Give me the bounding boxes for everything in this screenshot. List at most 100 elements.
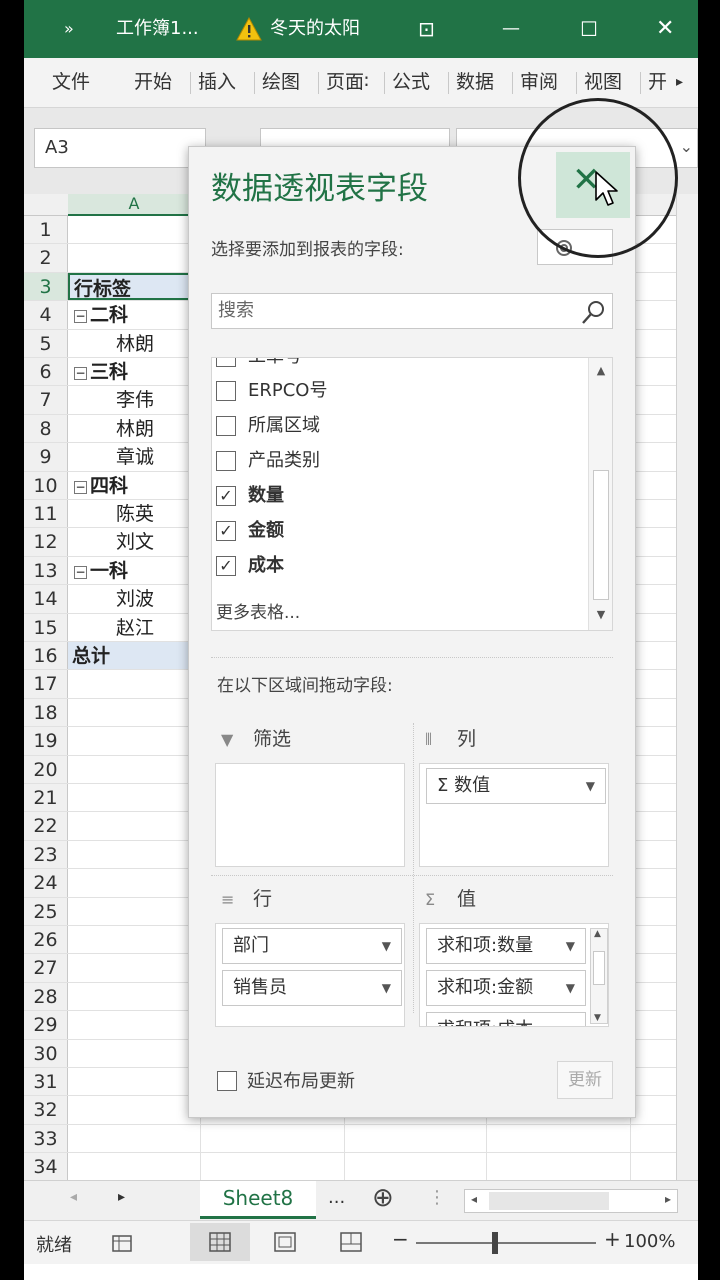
dropdown-arrow-icon[interactable]: ▼: [382, 971, 391, 1005]
cell-a[interactable]: [68, 670, 200, 697]
collapse-icon[interactable]: −: [74, 310, 87, 324]
cell-a[interactable]: [68, 869, 200, 896]
field-search-input[interactable]: 搜索: [211, 293, 613, 329]
close-window-icon[interactable]: ✕: [656, 0, 674, 58]
cell-a[interactable]: − 三科: [68, 358, 200, 385]
row-header[interactable]: 32: [24, 1096, 68, 1124]
ribbon-display-options-icon[interactable]: ⊡: [418, 0, 435, 58]
cell-a[interactable]: − 一科: [68, 557, 200, 584]
zoom-in-button[interactable]: +: [604, 1227, 621, 1251]
row-header[interactable]: 30: [24, 1039, 68, 1067]
field-checkbox[interactable]: [216, 381, 236, 401]
cell-a[interactable]: 陈英: [68, 500, 200, 527]
row-header[interactable]: 24: [24, 869, 68, 897]
field-checkbox[interactable]: [216, 416, 236, 436]
row-header[interactable]: 7: [24, 386, 68, 414]
column-field-values[interactable]: Σ 数值 ▼: [426, 768, 606, 804]
row-header[interactable]: 29: [24, 1011, 68, 1039]
row-field-salesperson[interactable]: 销售员 ▼: [222, 970, 402, 1006]
next-sheet-icon[interactable]: ▸: [118, 1189, 125, 1205]
normal-view-button[interactable]: [190, 1223, 250, 1261]
collapse-icon[interactable]: −: [74, 565, 87, 579]
row-header[interactable]: 3: [24, 272, 68, 301]
cell-value[interactable]: [606, 1153, 630, 1180]
zoom-level[interactable]: 100%: [624, 1231, 675, 1252]
field-item-cost[interactable]: ✓ 成本: [212, 549, 582, 583]
scroll-down-icon[interactable]: ▼: [591, 604, 611, 626]
value-field-cost-sum[interactable]: 求和项:成本 ▼: [426, 1012, 586, 1026]
row-header[interactable]: 25: [24, 897, 68, 925]
cell-a[interactable]: 行标签: [68, 272, 200, 301]
row-header[interactable]: 18: [24, 698, 68, 727]
scroll-down-icon[interactable]: ▼: [594, 1013, 601, 1023]
dropdown-arrow-icon[interactable]: ▼: [382, 929, 391, 963]
row-header[interactable]: 4: [24, 301, 68, 329]
cell-a[interactable]: [68, 1011, 200, 1038]
row-header[interactable]: 16: [24, 642, 68, 670]
minimize-icon[interactable]: —: [502, 0, 520, 58]
split-handle-icon[interactable]: ⋮: [428, 1187, 446, 1208]
cell-a[interactable]: 李伟: [68, 386, 200, 413]
field-item-amount[interactable]: ✓ 金额: [212, 514, 582, 548]
tab-formulas[interactable]: 公式: [392, 58, 430, 108]
row-header[interactable]: 13: [24, 556, 68, 585]
dropdown-arrow-icon[interactable]: ▼: [566, 971, 575, 1005]
row-header[interactable]: 33: [24, 1124, 68, 1153]
zoom-slider-thumb[interactable]: [492, 1232, 498, 1254]
horizontal-scrollbar[interactable]: ◂ ▸: [464, 1189, 678, 1213]
row-header[interactable]: 14: [24, 585, 68, 613]
dropdown-arrow-icon[interactable]: ▼: [586, 769, 595, 803]
scroll-right-icon[interactable]: ▸: [665, 1192, 671, 1206]
expand-formula-bar-icon[interactable]: ⌄: [680, 137, 693, 156]
cell-a[interactable]: − 二科: [68, 301, 200, 328]
values-drop-zone[interactable]: 求和项:数量 ▼ 求和项:金额 ▼ 求和项:成本 ▼ ▲ ▼: [419, 923, 609, 1027]
row-header[interactable]: 27: [24, 954, 68, 982]
tab-review[interactable]: 审阅: [520, 58, 558, 108]
row-header[interactable]: 34: [24, 1153, 68, 1181]
cell-a[interactable]: [68, 812, 200, 839]
cell-a[interactable]: [68, 1096, 200, 1123]
row-header[interactable]: 12: [24, 528, 68, 556]
search-icon[interactable]: [580, 298, 608, 326]
defer-checkbox[interactable]: [217, 1071, 237, 1091]
row-header[interactable]: 22: [24, 812, 68, 840]
row-field-department[interactable]: 部门 ▼: [222, 928, 402, 964]
cell-a[interactable]: [68, 841, 200, 868]
scroll-up-icon[interactable]: ▲: [591, 360, 611, 382]
row-header[interactable]: 20: [24, 755, 68, 783]
row-header[interactable]: 2: [24, 244, 68, 272]
field-checkbox-checked[interactable]: ✓: [216, 521, 236, 541]
field-item-category[interactable]: 产品类别: [212, 444, 582, 478]
collapse-icon[interactable]: −: [74, 367, 87, 380]
row-header[interactable]: 11: [24, 500, 68, 528]
row-header[interactable]: 6: [24, 358, 68, 386]
vertical-scrollbar[interactable]: [676, 194, 698, 1180]
column-header-a[interactable]: A: [68, 194, 200, 216]
tab-insert[interactable]: 插入: [198, 58, 236, 108]
account-name[interactable]: 冬天的太阳: [270, 0, 360, 58]
field-item-quantity[interactable]: ✓ 数量: [212, 479, 582, 513]
row-header[interactable]: 19: [24, 727, 68, 755]
field-item-workorder[interactable]: 工单号: [212, 358, 582, 374]
collapse-icon[interactable]: −: [74, 480, 87, 494]
cell-value[interactable]: [606, 1125, 630, 1152]
cell-a[interactable]: 刘文: [68, 528, 200, 555]
tab-home[interactable]: 开始: [134, 58, 172, 108]
zoom-slider[interactable]: [416, 1242, 596, 1244]
filters-drop-zone[interactable]: [215, 763, 405, 867]
name-box[interactable]: A3: [34, 128, 206, 168]
cell-a[interactable]: [68, 1040, 200, 1067]
row-header[interactable]: 31: [24, 1068, 68, 1096]
cell-a[interactable]: [68, 216, 200, 243]
cell-a[interactable]: [68, 756, 200, 783]
select-all-corner[interactable]: [24, 194, 68, 216]
field-list-scrollbar[interactable]: ▲ ▼: [588, 358, 612, 630]
row-header[interactable]: 17: [24, 670, 68, 698]
page-layout-view-icon[interactable]: [274, 1232, 296, 1252]
rows-drop-zone[interactable]: 部门 ▼ 销售员 ▼: [215, 923, 405, 1027]
defer-layout-update[interactable]: 延迟布局更新: [217, 1067, 355, 1093]
field-checkbox-checked[interactable]: ✓: [216, 486, 236, 506]
row-header[interactable]: 5: [24, 329, 68, 357]
cell-a[interactable]: [68, 1125, 200, 1152]
cell-a[interactable]: [68, 699, 200, 726]
